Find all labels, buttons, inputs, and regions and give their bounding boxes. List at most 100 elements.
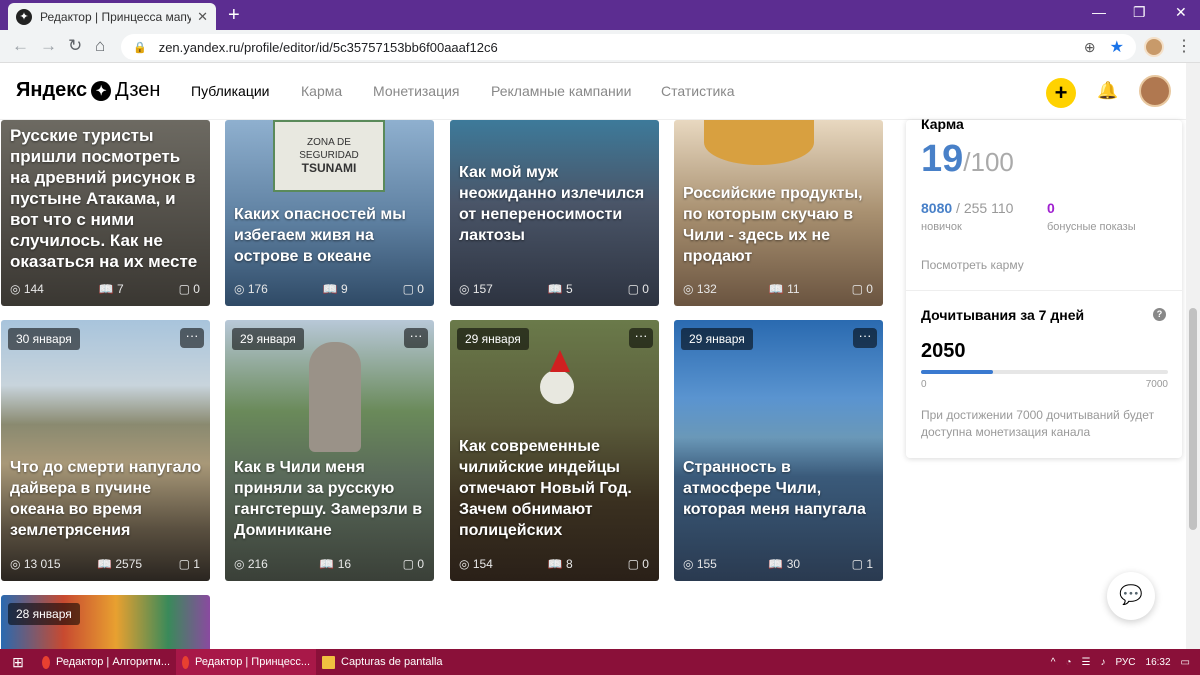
- reads-count: 📖 30: [768, 557, 801, 571]
- publication-card[interactable]: Как мой муж неожиданно излечился от непе…: [450, 120, 659, 306]
- browser-profile-avatar[interactable]: [1144, 37, 1164, 57]
- close-window-icon[interactable]: ✕: [1175, 4, 1187, 21]
- logo-yandex: Яндекс: [16, 79, 88, 101]
- scrollbar-thumb[interactable]: [1189, 308, 1197, 530]
- stats-sidebar: Карма 19 /100 8080 / 255 110 новичок 0 б…: [906, 116, 1182, 458]
- card-stats: ◎ 157 📖 5 ▢ 0: [459, 282, 649, 296]
- comments-value: 0: [642, 557, 649, 571]
- comments-value: 0: [417, 282, 424, 296]
- tab-close-icon[interactable]: ✕: [197, 9, 208, 25]
- card-stats: ◎ 144 📖 7 ▢ 0: [10, 282, 200, 296]
- comments-count: ▢ 0: [402, 557, 424, 571]
- views-value: 155: [696, 557, 717, 571]
- card-stats: ◎ 216 📖 16 ▢ 0: [234, 557, 424, 571]
- card-menu-button[interactable]: ···: [853, 328, 877, 348]
- browser-titlebar: ✦ Редактор | Принцесса мапуче | ✕ + — ❐ …: [0, 0, 1200, 30]
- nav-statistics[interactable]: Статистика: [661, 83, 735, 99]
- new-count-value: 8080: [921, 200, 953, 216]
- browser-menu-icon[interactable]: ⋮: [1176, 36, 1192, 58]
- chat-icon: 💬: [1119, 585, 1143, 606]
- minimize-icon[interactable]: —: [1092, 4, 1106, 20]
- reads-value: 9: [341, 282, 348, 296]
- publication-card[interactable]: Русские туристы пришли посмотреть на дре…: [1, 120, 210, 306]
- card-menu-button[interactable]: ···: [180, 328, 204, 348]
- card-title: Как в Чили меня приняли за русскую гангс…: [234, 459, 423, 539]
- publication-card[interactable]: 30 января ··· Что до смерти напугало дай…: [1, 320, 210, 581]
- tsunami-sign-image: ZONA DE SEGURIDAD TSUNAMI: [273, 120, 385, 192]
- network-icon[interactable]: ◔: [1065, 657, 1071, 668]
- avatar[interactable]: [1139, 75, 1171, 107]
- taskbar-item-label: Редактор | Принцесс...: [194, 656, 310, 668]
- comments-value: 1: [193, 557, 200, 571]
- folder-icon: [322, 655, 335, 669]
- wifi-icon[interactable]: ☰: [1082, 657, 1091, 668]
- card-title: Российские продукты, по которым скучаю в…: [683, 185, 863, 265]
- taskbar-item-label: Редактор | Алгоритм...: [56, 656, 170, 668]
- nav-monetization[interactable]: Монетизация: [373, 83, 460, 99]
- nav-ad-campaigns[interactable]: Рекламные кампании: [491, 83, 631, 99]
- bell-icon[interactable]: 🔔: [1097, 81, 1118, 101]
- tab-title: Редактор | Принцесса мапуче |: [40, 9, 192, 24]
- taskbar-item[interactable]: Редактор | Алгоритм...: [36, 649, 176, 675]
- taskbar-item[interactable]: Capturas de pantalla: [316, 649, 456, 675]
- zen-favicon-icon: ✦: [16, 8, 32, 25]
- card-title: Странность в атмосфере Чили, которая мен…: [683, 459, 866, 518]
- nav-karma[interactable]: Карма: [301, 83, 342, 99]
- back-icon[interactable]: ←: [12, 36, 29, 56]
- publication-card[interactable]: 29 января ··· Странность в атмосфере Чил…: [674, 320, 883, 581]
- volume-icon[interactable]: ♪: [1100, 657, 1105, 668]
- clock[interactable]: 16:32: [1146, 657, 1171, 668]
- new-tab-button[interactable]: +: [228, 4, 240, 26]
- home-icon[interactable]: ⌂: [95, 36, 105, 56]
- publication-card[interactable]: 28 января: [1, 595, 210, 649]
- zen-logo[interactable]: Яндекс ✦ Дзен: [16, 79, 160, 102]
- chat-support-button[interactable]: 💬: [1107, 572, 1155, 620]
- publication-card[interactable]: 29 января ··· Как в Чили меня приняли за…: [225, 320, 434, 581]
- card-menu-button[interactable]: ···: [629, 328, 653, 348]
- reads-value: 5: [566, 282, 573, 296]
- bonus-label: бонусные показы: [1047, 221, 1136, 233]
- publication-card[interactable]: ZONA DE SEGURIDAD TSUNAMI Каких опасностей…: [225, 120, 434, 306]
- forward-icon[interactable]: →: [40, 36, 57, 56]
- help-icon[interactable]: ?: [1153, 308, 1166, 321]
- system-tray: ^ ◔ ☰ ♪ РУС 16:32 ▭: [1051, 649, 1190, 675]
- taskbar-item[interactable]: Редактор | Принцесс...: [176, 649, 316, 675]
- browser-tab[interactable]: ✦ Редактор | Принцесса мапуче | ✕: [8, 3, 216, 30]
- zoom-icon[interactable]: ⊕: [1084, 39, 1096, 56]
- views-count: ◎ 144: [10, 282, 44, 296]
- views-count: ◎ 155: [683, 557, 717, 571]
- comments-count: ▢ 1: [851, 557, 873, 571]
- card-menu-button[interactable]: ···: [404, 328, 428, 348]
- lock-icon: 🔒: [133, 41, 147, 54]
- view-karma-link[interactable]: Посмотреть карму: [921, 258, 1024, 272]
- card-date: 29 января: [232, 328, 304, 350]
- card-date: 29 января: [681, 328, 753, 350]
- taskbar-item-label: Capturas de pantalla: [341, 656, 443, 668]
- moai-statue-image: [309, 342, 361, 452]
- nav-publications[interactable]: Публикации: [191, 83, 269, 99]
- page-scrollbar[interactable]: [1186, 63, 1200, 649]
- chevron-up-icon[interactable]: ^: [1051, 657, 1056, 668]
- bookmark-star-icon[interactable]: ★: [1110, 37, 1124, 57]
- reload-icon[interactable]: ↻: [68, 36, 82, 56]
- zen-star-icon: ✦: [91, 80, 112, 101]
- reads-value: 2575: [115, 557, 143, 571]
- add-publication-button[interactable]: +: [1046, 78, 1076, 108]
- comments-count: ▢ 0: [402, 282, 424, 296]
- comments-count: ▢ 0: [627, 557, 649, 571]
- publication-card[interactable]: Российские продукты, по которым скучаю в…: [674, 120, 883, 306]
- karma-new-count: 8080 / 255 110: [921, 200, 1013, 216]
- reads-value: 16: [337, 557, 352, 571]
- reads-heading: Дочитывания за 7 дней: [921, 307, 1085, 323]
- card-title: Как современные чилийские индейцы отмеча…: [459, 438, 632, 539]
- language-indicator[interactable]: РУС: [1115, 657, 1135, 668]
- reads-value: 11: [787, 282, 800, 296]
- reads-count: 📖 7: [98, 282, 124, 296]
- windows-start-icon[interactable]: ⊞: [0, 649, 36, 675]
- logo-dzen: Дзен: [115, 79, 161, 101]
- address-bar[interactable]: 🔒 zen.yandex.ru/profile/editor/id/5c3575…: [121, 34, 1136, 60]
- publication-card[interactable]: 29 января ··· Как современные чилийские …: [450, 320, 659, 581]
- restore-icon[interactable]: ❐: [1133, 4, 1146, 21]
- notification-icon[interactable]: ▭: [1181, 657, 1190, 668]
- card-date: 28 января: [8, 603, 80, 625]
